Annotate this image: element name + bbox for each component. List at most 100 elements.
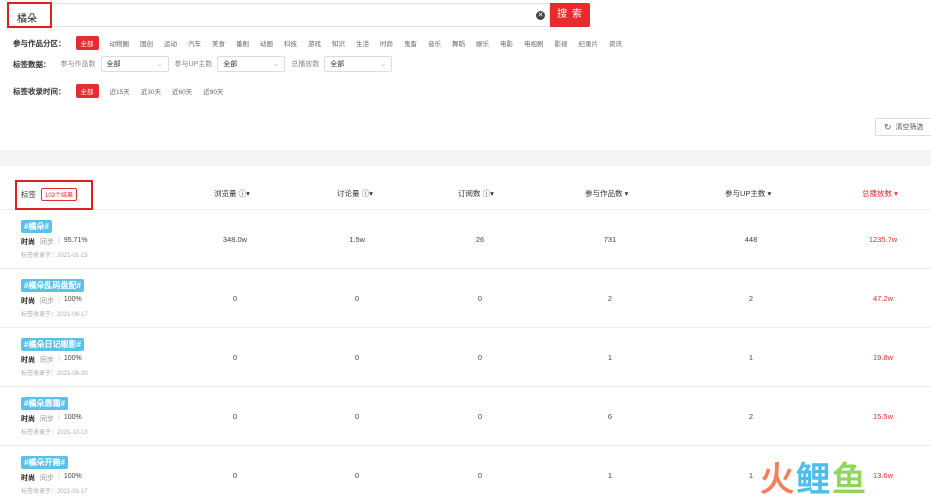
search-button[interactable]: 搜 索 xyxy=(550,3,590,27)
category-chip[interactable]: 影视 xyxy=(555,38,568,48)
category-chip[interactable]: 美食 xyxy=(212,38,225,48)
category-chip[interactable]: 鬼畜 xyxy=(404,38,417,48)
category-chip-list: 全部 动物圈 国创 运动 汽车 美食 番剧 动画 科技 游戏 知识 生活 时尚 鬼畜 音乐 舞蹈 娱乐 电影 电视剧… xyxy=(75,36,634,50)
tag-percent: 95.71% xyxy=(63,237,88,244)
views-cell: 0 xyxy=(232,471,238,480)
subscriptions-cell: 0 xyxy=(477,412,483,421)
table-row[interactable]: #橘朵日记眼影# 时尚 同步 | 100% 标签收录于：2021-06-20 0 0 0 1 1 19… xyxy=(0,328,931,387)
ups-column-header[interactable]: 参与UP主数 ▾ xyxy=(725,188,771,199)
category-chip[interactable]: 资讯 xyxy=(609,38,622,48)
category-chip[interactable]: 运动 xyxy=(164,38,177,48)
ups-select[interactable]: 全部 ⌄ xyxy=(217,56,286,72)
plays-column-header[interactable]: 总播放数 ▾ xyxy=(862,188,898,199)
time-chip[interactable]: 全部 xyxy=(75,84,99,98)
category-chip[interactable]: 动物圈 xyxy=(110,38,130,48)
works-select-label: 参与作品数 xyxy=(60,61,96,68)
subscriptions-cell: 26 xyxy=(475,235,485,244)
discussion-column-header[interactable]: 讨论量 ⓘ▾ xyxy=(337,188,373,199)
tag-percent: 100% xyxy=(63,355,82,362)
subscriptions-cell: 0 xyxy=(477,294,483,303)
category-filter-label: 参与作品分区： xyxy=(13,38,66,48)
category-chip[interactable]: 科技 xyxy=(284,38,297,48)
tag-date: 标签收录于：2021-06-17 xyxy=(21,312,88,318)
subscriptions-column-header[interactable]: 订阅数 ⓘ▾ xyxy=(458,188,494,199)
category-chip[interactable]: 全部 xyxy=(75,36,99,50)
views-cell: 348.0w xyxy=(222,235,248,244)
category-chip[interactable]: 汽车 xyxy=(188,38,201,48)
category-chip[interactable]: 生活 xyxy=(356,38,369,48)
annotation-highlight-box xyxy=(15,180,93,210)
ups-select-label: 参与UP主数 xyxy=(174,61,213,68)
plays-select-value: 全部 xyxy=(330,61,345,68)
category-chip[interactable]: 时尚 xyxy=(380,38,393,48)
category-chip[interactable]: 音乐 xyxy=(428,38,441,48)
annotation-highlight-box xyxy=(7,2,52,28)
tag-category: 时尚 xyxy=(21,239,35,246)
time-chip[interactable]: 近90天 xyxy=(203,86,223,96)
discussion-cell: 0 xyxy=(354,353,360,362)
category-chip[interactable]: 游戏 xyxy=(308,38,321,48)
reset-filters-label: 清空筛选 xyxy=(895,124,924,131)
works-cell: 2 xyxy=(607,294,613,303)
category-chip[interactable]: 舞蹈 xyxy=(452,38,465,48)
ups-cell: 448 xyxy=(744,235,758,244)
refresh-icon: ↻ xyxy=(884,121,892,132)
tag-name-badge[interactable]: #橘朵开箱# xyxy=(21,456,68,469)
views-column-header[interactable]: 浏览量 ⓘ▾ xyxy=(214,188,250,199)
works-column-header[interactable]: 参与作品数 ▾ xyxy=(585,188,628,199)
works-cell: 1 xyxy=(607,353,613,362)
category-chip[interactable]: 国创 xyxy=(140,38,153,48)
works-select[interactable]: 全部 ⌄ xyxy=(100,56,169,72)
time-filter-label: 标签收录时间： xyxy=(13,86,66,96)
table-header: 标签 103个结果 浏览量 ⓘ▾ 讨论量 ⓘ▾ 订阅数 ⓘ▾ 参与作品数 ▾ 参… xyxy=(0,166,931,210)
tag-related: 同步 xyxy=(40,298,54,305)
tag-category: 时尚 xyxy=(21,298,35,305)
category-chip[interactable]: 动画 xyxy=(260,38,273,48)
ups-select-value: 全部 xyxy=(223,61,238,68)
plays-cell: 47.2w xyxy=(872,294,893,303)
tag-category: 时尚 xyxy=(21,475,35,482)
reset-filters-button[interactable]: ↻ 清空筛选 xyxy=(875,118,931,136)
time-chip-list: 全部 近15天 近30天 近60天 近90天 xyxy=(75,84,235,98)
time-chip[interactable]: 近60天 xyxy=(172,86,192,96)
works-cell: 6 xyxy=(607,412,613,421)
time-filter-row: 标签收录时间： 全部 近15天 近30天 近60天 近90天 xyxy=(13,84,234,98)
tag-name-badge[interactable]: #橘朵# xyxy=(21,220,52,233)
watermark-logo: 火鲤鱼 xyxy=(760,461,868,497)
tag-date: 标签收录于：2021-01-17 xyxy=(21,489,88,495)
category-filter-row: 参与作品分区： 全部 动物圈 国创 运动 汽车 美食 番剧 动画 科技 游戏 知识 生活 时尚 鬼畜 音乐 舞… xyxy=(13,36,633,50)
chevron-down-icon: ⌄ xyxy=(273,61,280,68)
tag-category: 时尚 xyxy=(21,357,35,364)
search-input[interactable]: 橘朵 ✕ xyxy=(8,3,550,27)
tag-meta: 时尚 同步 | 100% xyxy=(21,473,82,483)
time-chip[interactable]: 近30天 xyxy=(141,86,161,96)
meta-separator: | xyxy=(58,414,60,421)
category-chip[interactable]: 电影 xyxy=(500,38,513,48)
data-filter-label: 标签数据： xyxy=(13,59,51,69)
works-cell: 1 xyxy=(607,471,613,480)
category-chip[interactable]: 娱乐 xyxy=(476,38,489,48)
category-chip[interactable]: 番剧 xyxy=(236,38,249,48)
tag-name-badge[interactable]: #橘朵日记眼影# xyxy=(21,338,84,351)
table-row[interactable]: #橘朵# 时尚 同步 | 95.71% 标签收录于：2021-01-15 348.0w 1.5… xyxy=(0,210,931,269)
category-chip[interactable]: 纪录片 xyxy=(579,38,599,48)
meta-separator: | xyxy=(58,355,60,362)
plays-select[interactable]: 全部 ⌄ xyxy=(324,56,393,72)
clear-icon[interactable]: ✕ xyxy=(536,11,545,20)
table-row[interactable]: #橘朵乱码盘配# 时尚 同步 | 100% 标签收录于：2021-06-17 0 0 0 2 2 47… xyxy=(0,269,931,328)
category-chip[interactable]: 知识 xyxy=(332,38,345,48)
tag-name-badge[interactable]: #橘朵乱码盘配# xyxy=(21,279,84,292)
time-chip[interactable]: 近15天 xyxy=(110,86,130,96)
tag-meta: 时尚 同步 | 100% xyxy=(21,296,82,306)
category-chip[interactable]: 电视剧 xyxy=(524,38,544,48)
tag-name-badge[interactable]: #橘朵唇霜# xyxy=(21,397,68,410)
tag-date: 标签收录于：2021-01-15 xyxy=(21,253,88,259)
table-row[interactable]: #橘朵唇霜# 时尚 同步 | 100% 标签收录于：2021-10-13 0 0 0 6 2 15.5… xyxy=(0,387,931,446)
views-cell: 0 xyxy=(232,353,238,362)
tag-date: 标签收录于：2021-10-13 xyxy=(21,430,88,436)
discussion-cell: 0 xyxy=(354,471,360,480)
ups-cell: 2 xyxy=(748,294,754,303)
views-cell: 0 xyxy=(232,412,238,421)
data-filter-row: 标签数据： 参与作品数 全部 ⌄ 参与UP主数 全部 ⌄ 总播放数 全部 ⌄ xyxy=(13,56,398,72)
tag-related: 同步 xyxy=(40,239,54,246)
